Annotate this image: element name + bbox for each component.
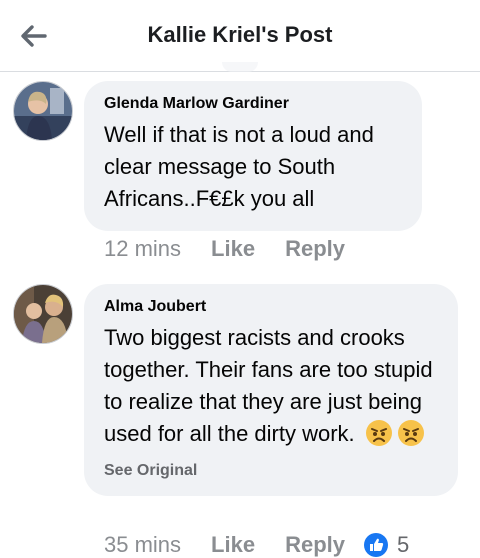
comment-bubble: Alma Joubert Two biggest racists and cro… (84, 284, 458, 496)
like-button[interactable]: Like (211, 236, 255, 262)
top-bar: Kallie Kriel's Post (0, 0, 480, 72)
comment-actions: 12 mins Like Reply (104, 236, 375, 262)
reaction-count: 5 (397, 532, 410, 557)
avatar-photo (14, 285, 72, 343)
like-reaction-icon (364, 533, 388, 557)
see-original-link[interactable]: See Original (104, 462, 438, 480)
page-title: Kallie Kriel's Post (147, 22, 333, 47)
like-button[interactable]: Like (211, 532, 255, 558)
reply-button[interactable]: Reply (285, 236, 345, 262)
avatar[interactable] (13, 284, 73, 344)
comment-bubble: Glenda Marlow Gardiner Well if that is n… (84, 81, 422, 231)
reaction-summary[interactable]: 5 (363, 532, 409, 558)
comment-text: Two biggest racists and crooks together.… (104, 322, 438, 450)
comment-author[interactable]: Alma Joubert (104, 298, 438, 316)
angry-face-icon (365, 420, 392, 446)
comment-time[interactable]: 12 mins (104, 236, 181, 262)
angry-face-icon (397, 420, 424, 446)
reply-button[interactable]: Reply (285, 532, 345, 558)
avatar-photo (14, 82, 72, 140)
avatar[interactable] (13, 81, 73, 141)
comment-time[interactable]: 35 mins (104, 532, 181, 558)
scroll-indicator (222, 62, 258, 72)
comment-author[interactable]: Glenda Marlow Gardiner (104, 95, 402, 113)
comment-actions: 35 mins Like Reply 5 (104, 532, 409, 558)
comment-text: Well if that is not a loud and clear mes… (104, 122, 374, 211)
